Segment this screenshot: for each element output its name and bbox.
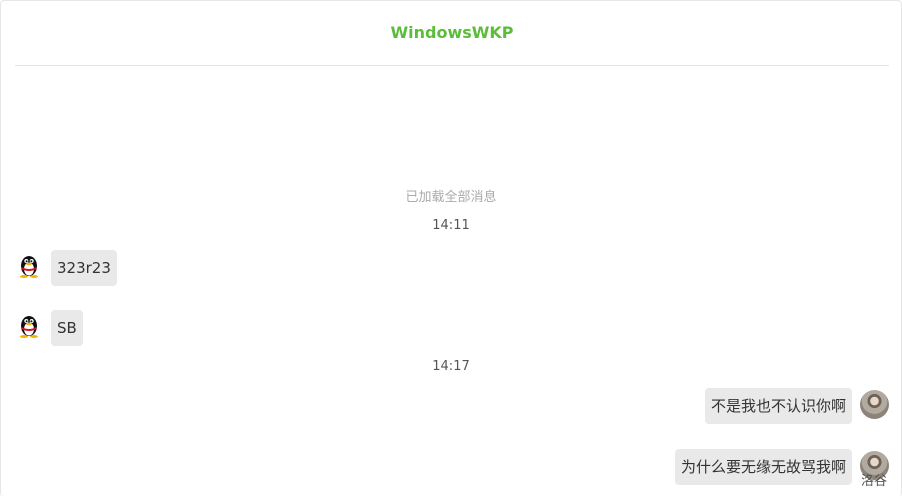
message-incoming: 323r23 [18,250,117,286]
timestamp: 14:11 [432,218,470,233]
chat-window: WindowsWKP 已加载全部消息 14:11 323r23 SB 14:17… [0,0,902,497]
message-bubble[interactable]: 不是我也不认识你啊 [704,388,852,424]
user-photo-avatar[interactable] [860,390,889,419]
timestamp: 14:17 [432,359,470,374]
all-messages-loaded-notice: 已加载全部消息 [405,190,497,205]
chat-title: WindowsWKP [390,22,514,42]
message-bubble[interactable]: SB [51,310,83,346]
qq-penguin-icon[interactable] [18,312,40,338]
chat-header: WindowsWKP [15,1,889,66]
message-outgoing: 为什么要无缘无故骂我啊 [674,449,889,485]
message-outgoing: 不是我也不认识你啊 [704,388,889,424]
message-bubble[interactable]: 323r23 [51,250,117,286]
message-incoming: SB [18,310,83,346]
message-bubble[interactable]: 为什么要无缘无故骂我啊 [674,449,852,485]
sender-nickname: 洛谷 [860,474,887,489]
qq-penguin-icon[interactable] [18,252,40,278]
